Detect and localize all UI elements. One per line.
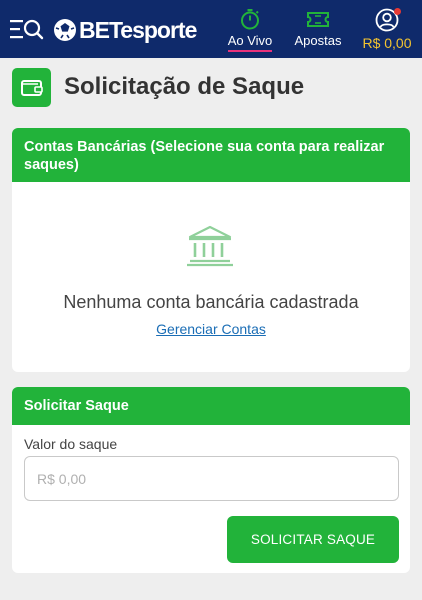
wallet-icon [12, 68, 51, 107]
submit-withdraw-button[interactable]: SOLICITAR SAQUE [227, 516, 399, 563]
soccer-ball-icon [54, 19, 76, 41]
nav-ao-vivo[interactable]: Ao Vivo [226, 8, 274, 54]
bank-accounts-card: Contas Bancárias (Selecione sua conta pa… [12, 128, 410, 372]
empty-accounts-message: Nenhuma conta bancária cadastrada [63, 292, 359, 312]
withdraw-request-card: Solicitar Saque Valor do saque SOLICITAR… [12, 387, 410, 573]
nav-ao-vivo-label: Ao Vivo [227, 33, 273, 48]
notification-dot [394, 8, 401, 15]
amount-label: Valor do saque [24, 436, 118, 452]
bank-accounts-header: Contas Bancárias (Selecione sua conta pa… [12, 128, 410, 182]
top-navigation-bar: BETesporte Ao Vivo Apostas R$ 0,00 [0, 0, 422, 58]
manage-accounts-link[interactable]: Gerenciar Contas [12, 321, 410, 337]
brand-logo[interactable]: BETesporte [53, 14, 197, 46]
nav-apostas[interactable]: Apostas [292, 8, 344, 54]
bank-icon [185, 224, 235, 268]
active-tab-indicator [228, 50, 272, 52]
menu-search-icon[interactable] [10, 17, 44, 41]
ticket-icon [307, 12, 329, 27]
page-title: Solicitação de Saque [64, 73, 305, 100]
brand-name: BETesporte [79, 16, 197, 43]
stopwatch-icon [241, 9, 259, 30]
nav-apostas-label: Apostas [294, 33, 342, 48]
account-menu[interactable]: R$ 0,00 [360, 8, 414, 54]
amount-input[interactable] [24, 456, 399, 501]
withdraw-header: Solicitar Saque [12, 387, 410, 425]
balance-value: R$ 0,00 [362, 35, 412, 51]
